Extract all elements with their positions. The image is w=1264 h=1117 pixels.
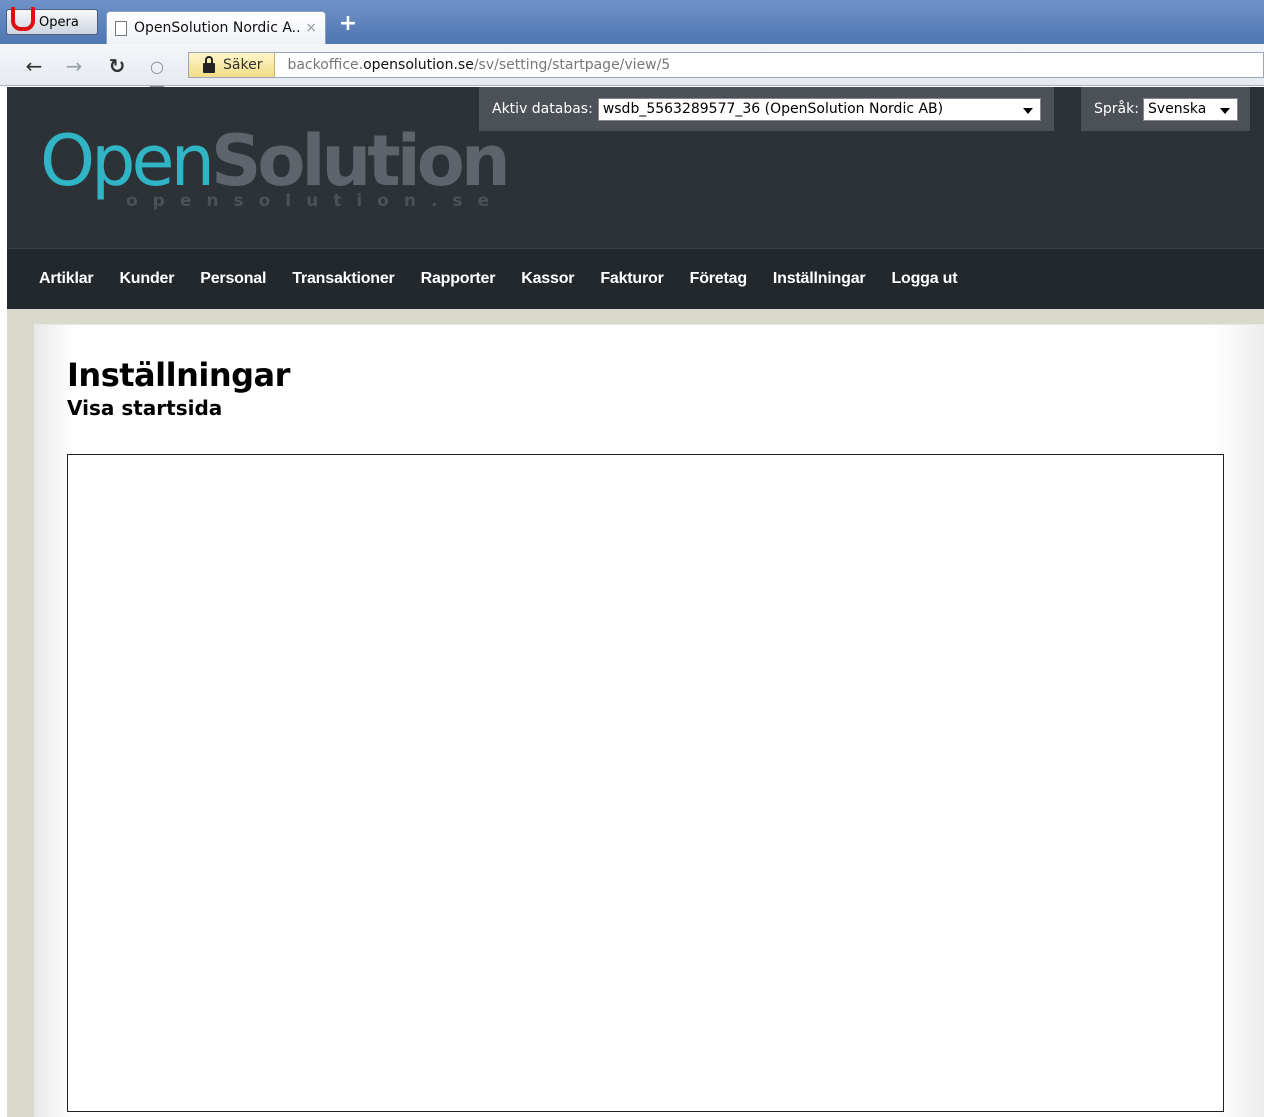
page-subtitle: Visa startsida	[67, 396, 223, 420]
language-select-value: Svenska	[1147, 101, 1207, 117]
opera-menu-label: Opera	[39, 14, 79, 30]
browser-tabstrip: Opera OpenSolution Nordic A... × +	[0, 0, 1264, 44]
lock-icon	[203, 56, 215, 73]
page-title: Inställningar	[67, 356, 290, 394]
url-path: /sv/setting/startpage/view/5	[473, 57, 671, 73]
forward-arrow-icon[interactable]: →	[62, 54, 86, 78]
database-select[interactable]: wsdb_5563289577_36 (OpenSolution Nordic …	[597, 97, 1041, 121]
secure-badge[interactable]: Säker	[189, 53, 276, 77]
chevron-down-icon	[1022, 107, 1033, 114]
active-database-box: Aktiv databas: wsdb_5563289577_36 (OpenS…	[479, 87, 1054, 131]
startpage-preview-frame[interactable]	[67, 454, 1224, 1112]
database-select-value: wsdb_5563289577_36 (OpenSolution Nordic …	[602, 101, 944, 117]
site-header: OpenSolution opensolution.se Aktiv datab…	[7, 87, 1264, 248]
logo-open: Open	[40, 120, 215, 202]
url-domain: opensolution.se	[363, 57, 474, 73]
back-arrow-icon[interactable]: ←	[22, 54, 46, 78]
language-box: Språk: Svenska	[1081, 87, 1250, 131]
tab-title: OpenSolution Nordic A...	[134, 20, 300, 36]
nav-item-kunder[interactable]: Kunder	[119, 270, 174, 288]
nav-item-logga-ut[interactable]: Logga ut	[891, 270, 957, 288]
opensolution-logo[interactable]: OpenSolution opensolution.se	[40, 125, 511, 215]
logo-tagline: opensolution.se	[126, 191, 505, 211]
nav-item-artiklar[interactable]: Artiklar	[39, 270, 94, 288]
browser-addressbar: ← → ↻ ○— Säker backoffice.opensolution.s…	[0, 44, 1264, 95]
nav-item-installningar[interactable]: Inställningar	[773, 270, 866, 288]
main-navigation: Artiklar Kunder Personal Transaktioner R…	[7, 248, 1264, 309]
url-text[interactable]: backoffice.opensolution.se/sv/setting/st…	[287, 57, 670, 73]
nav-item-kassor[interactable]: Kassor	[521, 270, 574, 288]
chevron-down-icon	[1219, 107, 1230, 114]
nav-item-fakturor[interactable]: Fakturor	[600, 270, 664, 288]
nav-item-foretag[interactable]: Företag	[690, 270, 747, 288]
language-select[interactable]: Svenska	[1142, 97, 1238, 121]
browser-tab[interactable]: OpenSolution Nordic A... ×	[106, 11, 326, 44]
new-tab-button[interactable]: +	[334, 13, 362, 37]
nav-item-personal[interactable]: Personal	[200, 270, 266, 288]
opera-menu-button[interactable]: Opera	[6, 7, 98, 35]
url-prefix: backoffice.	[287, 57, 364, 73]
reload-icon[interactable]: ↻	[105, 54, 129, 78]
language-label: Språk:	[1094, 101, 1139, 117]
opera-logo-icon	[9, 7, 35, 33]
tab-close-icon[interactable]: ×	[305, 20, 317, 36]
url-field[interactable]: Säker backoffice.opensolution.se/sv/sett…	[188, 52, 1264, 78]
page-icon	[115, 20, 127, 36]
nav-item-rapporter[interactable]: Rapporter	[421, 270, 496, 288]
database-label: Aktiv databas:	[492, 101, 593, 117]
logo-wordmark: OpenSolution	[40, 125, 511, 197]
nav-item-transaktioner[interactable]: Transaktioner	[292, 270, 395, 288]
logo-solution: Solution	[210, 120, 511, 202]
secure-label: Säker	[223, 57, 263, 73]
